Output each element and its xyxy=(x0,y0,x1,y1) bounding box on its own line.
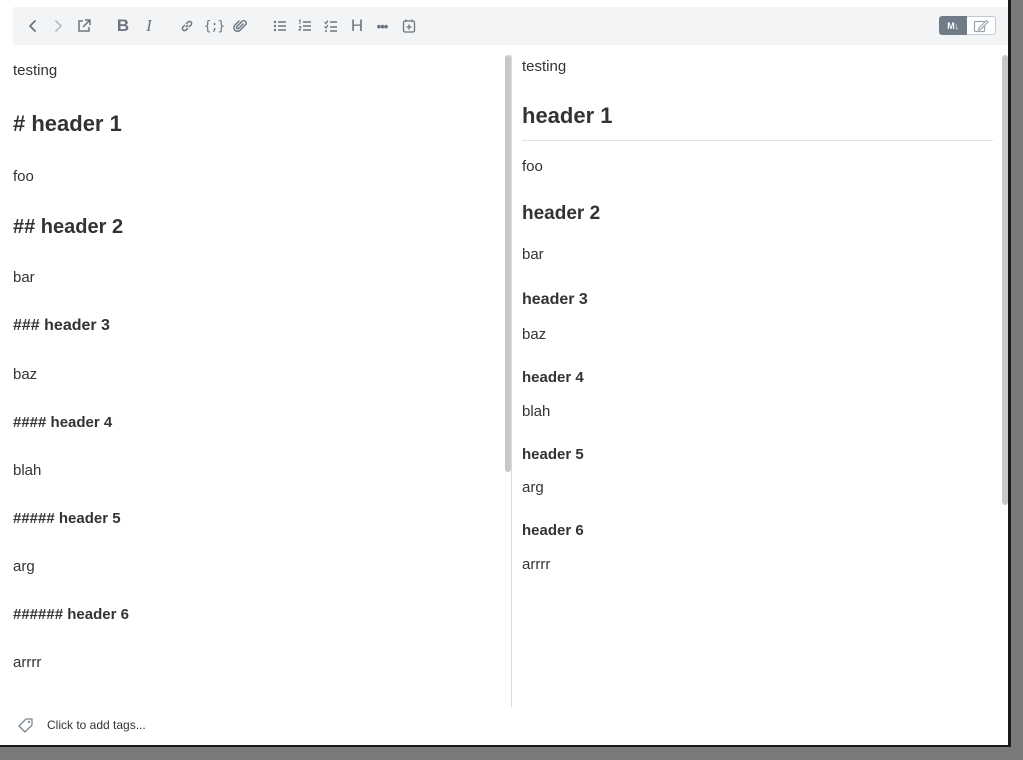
preview-heading-6: header 6 xyxy=(522,522,584,539)
attachment-button[interactable] xyxy=(228,14,252,38)
heading-icon: H xyxy=(350,16,364,35)
checklist-button[interactable] xyxy=(319,14,343,38)
paperclip-icon xyxy=(233,20,247,32)
editor-toolbar: B I {;} H ••• M↓ xyxy=(13,7,1008,45)
preview-heading-1: header 1 xyxy=(522,103,613,128)
preview-paragraph: testing xyxy=(522,58,567,75)
preview-paragraph: foo xyxy=(522,158,543,175)
pane-divider[interactable] xyxy=(511,55,512,707)
link-button[interactable] xyxy=(175,14,199,38)
preview-heading-3: header 3 xyxy=(522,291,588,308)
bullet-list-icon xyxy=(273,20,286,32)
preview-scrollbar[interactable] xyxy=(1002,55,1008,505)
editor-line[interactable]: arg xyxy=(13,558,35,575)
editor-line[interactable]: bar xyxy=(13,269,35,286)
note-editor-window: B I {;} H ••• M↓ testing # header 1 foo … xyxy=(0,0,1011,747)
preview-paragraph: arg xyxy=(522,479,544,496)
chevron-right-icon xyxy=(55,20,62,32)
editor-line[interactable]: ##### header 5 xyxy=(13,510,121,527)
add-tags-input[interactable]: Click to add tags... xyxy=(47,718,146,732)
checklist-icon xyxy=(324,20,337,32)
bold-button[interactable]: B xyxy=(111,14,135,38)
edit-icon xyxy=(973,19,989,32)
editor-line[interactable]: blah xyxy=(13,462,41,479)
edit-mode-button[interactable] xyxy=(967,16,996,35)
editor-line[interactable]: testing xyxy=(13,62,57,79)
preview-paragraph: baz xyxy=(522,326,547,343)
markdown-mode-button[interactable]: M↓ xyxy=(939,16,967,35)
numbered-list-icon xyxy=(298,19,311,31)
markdown-icon: M↓ xyxy=(947,20,959,31)
forward-button[interactable] xyxy=(46,14,70,38)
code-button[interactable]: {;} xyxy=(202,14,226,38)
editor-line[interactable]: #### header 4 xyxy=(13,414,112,431)
bullet-list-button[interactable] xyxy=(268,14,292,38)
editor-line[interactable]: arrrr xyxy=(13,654,41,671)
tags-bar: Click to add tags... xyxy=(0,707,1008,745)
editor-line[interactable]: ### header 3 xyxy=(13,317,110,335)
more-button[interactable]: ••• xyxy=(370,14,394,38)
editor-line[interactable]: baz xyxy=(13,366,37,383)
open-external-icon xyxy=(78,19,91,32)
link-icon xyxy=(181,20,193,32)
editor-line[interactable]: ###### header 6 xyxy=(13,606,129,623)
bold-icon: B xyxy=(116,16,130,35)
preview-paragraph: arrrr xyxy=(522,556,551,573)
preview-heading-2: header 2 xyxy=(522,203,601,224)
italic-icon: I xyxy=(146,16,152,35)
preview-mode-toggle[interactable]: M↓ xyxy=(939,16,996,35)
tag-icon xyxy=(17,717,35,740)
insert-date-button[interactable] xyxy=(397,14,421,38)
italic-button[interactable]: I xyxy=(137,14,161,38)
editor-line[interactable]: # header 1 xyxy=(13,111,122,137)
heading-underline xyxy=(522,140,993,141)
chevron-left-icon xyxy=(29,20,36,32)
more-dots-icon: ••• xyxy=(376,18,389,34)
heading-button[interactable]: H xyxy=(345,14,369,38)
preview-paragraph: blah xyxy=(522,403,551,420)
editor-line[interactable]: ## header 2 xyxy=(13,216,123,239)
preview-heading-4: header 4 xyxy=(522,369,584,386)
numbered-list-button[interactable] xyxy=(293,14,317,38)
preview-paragraph: bar xyxy=(522,246,544,263)
calendar-plus-icon xyxy=(402,19,416,33)
back-button[interactable] xyxy=(21,14,45,38)
open-external-button[interactable] xyxy=(72,14,96,38)
editor-line[interactable]: foo xyxy=(13,168,34,185)
code-braces-icon: {;} xyxy=(203,18,226,34)
preview-heading-5: header 5 xyxy=(522,446,584,463)
